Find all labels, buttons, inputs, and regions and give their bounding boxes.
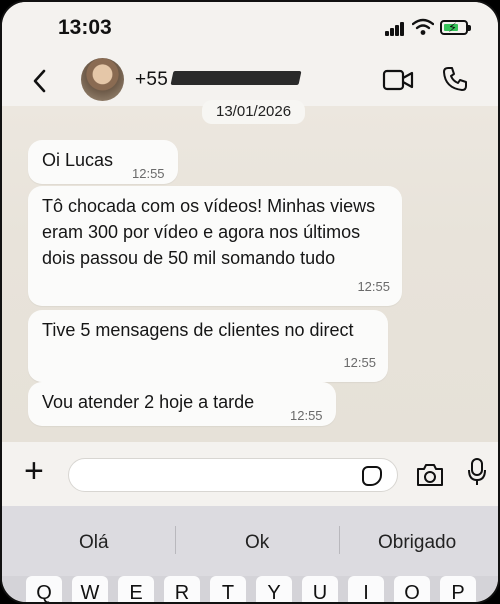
wifi-icon bbox=[412, 18, 434, 35]
message-bubble[interactable]: Oi Lucas 12:55 bbox=[28, 140, 178, 184]
chevron-left-icon[interactable] bbox=[26, 66, 54, 96]
suggestion-ok[interactable]: Ok bbox=[245, 532, 269, 554]
message-bubble[interactable]: Vou atender 2 hoje a tarde 12:55 bbox=[28, 382, 336, 426]
redacted-phone-number bbox=[170, 71, 302, 85]
key-q[interactable]: Q bbox=[26, 576, 62, 602]
message-text: Vou atender 2 hoje a tarde bbox=[42, 392, 255, 412]
suggestion-divider bbox=[175, 526, 176, 554]
camera-icon[interactable] bbox=[415, 462, 445, 488]
key-p[interactable]: P bbox=[440, 576, 476, 602]
suggestion-divider bbox=[339, 526, 340, 554]
suggestion-bar: Olá Ok Obrigado bbox=[2, 506, 498, 576]
key-i[interactable]: I bbox=[348, 576, 384, 602]
message-text: Oi Lucas bbox=[42, 150, 114, 170]
status-time: 13:03 bbox=[58, 16, 112, 39]
avatar[interactable] bbox=[81, 58, 124, 101]
key-y[interactable]: Y bbox=[256, 576, 292, 602]
message-text: Tô chocada com os vídeos! Minhas views e… bbox=[42, 196, 376, 268]
message-bubble[interactable]: Tô chocada com os vídeos! Minhas views e… bbox=[28, 186, 402, 306]
video-call-icon[interactable] bbox=[382, 68, 414, 92]
keyboard: Olá Ok Obrigado Q W E R T Y U I O P bbox=[2, 506, 498, 602]
suggestion-ola[interactable]: Olá bbox=[79, 532, 109, 554]
message-time: 12:55 bbox=[132, 166, 165, 181]
phone-screen: 13:03 ⚡ +55 58 9 bbox=[0, 0, 500, 604]
chat-header: +55 58 9 bbox=[2, 58, 498, 106]
microphone-icon[interactable] bbox=[467, 457, 487, 487]
suggestion-obrigado[interactable]: Obrigado bbox=[378, 532, 456, 554]
battery-icon: ⚡ bbox=[440, 20, 471, 35]
phone-icon[interactable] bbox=[442, 66, 468, 92]
message-time: 12:55 bbox=[290, 408, 323, 423]
key-r[interactable]: R bbox=[164, 576, 200, 602]
date-label: 13/01/2026 bbox=[202, 100, 306, 124]
input-bar: + bbox=[2, 442, 498, 506]
message-text: Tive 5 mensagens de clientes no direct bbox=[42, 320, 354, 340]
chat-messages-area[interactable]: Oi Lucas 12:55 Tô chocada com os vídeos!… bbox=[2, 106, 498, 442]
message-time: 12:55 bbox=[343, 355, 376, 370]
key-w[interactable]: W bbox=[72, 576, 108, 602]
keyboard-top-row: Q W E R T Y U I O P bbox=[2, 576, 498, 602]
message-bubble[interactable]: Tive 5 mensagens de clientes no direct 1… bbox=[28, 310, 388, 382]
message-time: 12:55 bbox=[357, 279, 390, 294]
key-e[interactable]: E bbox=[118, 576, 154, 602]
key-o[interactable]: O bbox=[394, 576, 430, 602]
key-t[interactable]: T bbox=[210, 576, 246, 602]
status-bar: 13:03 ⚡ bbox=[2, 2, 498, 58]
signal-icon bbox=[385, 22, 407, 36]
message-input[interactable] bbox=[68, 458, 398, 492]
plus-icon[interactable]: + bbox=[24, 454, 44, 488]
key-u[interactable]: U bbox=[302, 576, 338, 602]
